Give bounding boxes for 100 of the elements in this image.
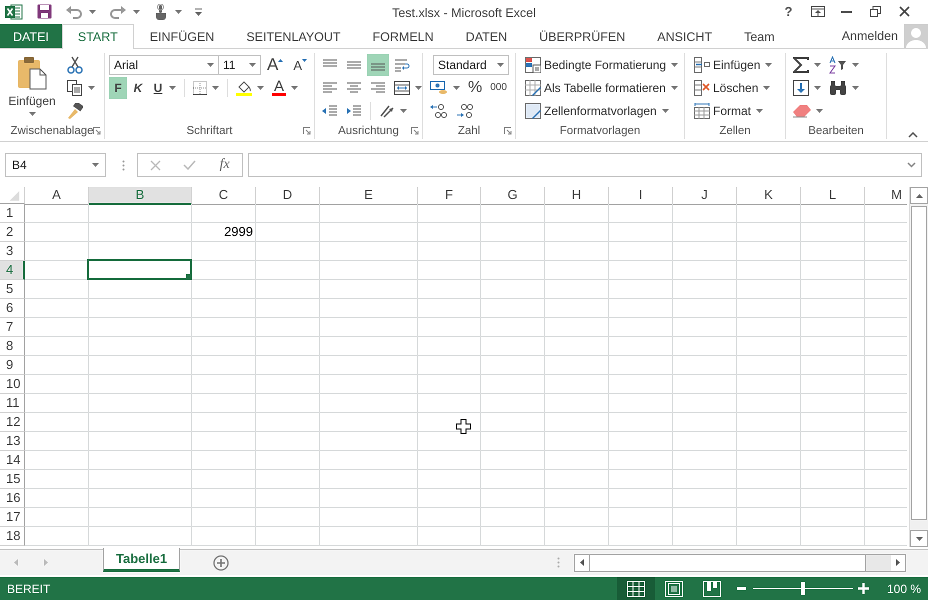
font-size-field[interactable]: 11 (218, 54, 261, 75)
zoom-level[interactable]: 100 % (874, 582, 928, 596)
thousands-separator-button[interactable]: 000 (487, 76, 510, 99)
row-header[interactable]: 13 (0, 432, 25, 452)
row-header[interactable]: 12 (0, 413, 25, 432)
caret-icon (852, 62, 859, 67)
collapse-ribbon-button[interactable] (908, 132, 918, 138)
grid-cell (545, 470, 609, 490)
borders-icon (193, 80, 207, 95)
font-name-field[interactable]: Arial (109, 54, 219, 75)
zoom-slider-thumb[interactable] (800, 582, 805, 595)
touch-mode-button[interactable] (154, 4, 182, 20)
row-header[interactable]: 16 (0, 489, 25, 508)
name-box[interactable]: B4 (5, 153, 106, 178)
font-color-button[interactable]: A (269, 76, 302, 99)
decrease-font-size-button[interactable]: A (289, 54, 312, 76)
formula-input[interactable] (248, 153, 922, 178)
scroll-left-button[interactable] (575, 554, 589, 571)
caret-icon (497, 62, 504, 67)
ribbon-tab[interactable]: ANSICHT (641, 24, 728, 48)
scrollbar-thumb[interactable] (589, 554, 866, 571)
grid-cell (25, 527, 89, 546)
underline-button[interactable]: U (149, 76, 179, 99)
paste-button[interactable]: Einfügen (4, 52, 60, 124)
column-header[interactable]: H (545, 187, 609, 206)
grid-cell (192, 470, 256, 490)
grid-cell (737, 280, 801, 300)
row-header[interactable]: 5 (0, 280, 25, 300)
ribbon-tab[interactable]: EINFÜGEN (134, 24, 230, 48)
grid-cell (481, 337, 545, 356)
row-header[interactable]: 9 (0, 356, 25, 376)
row-header[interactable]: 7 (0, 318, 25, 338)
row-header[interactable]: 17 (0, 508, 25, 528)
undo-button[interactable] (66, 4, 96, 19)
ribbon-display-icon (810, 6, 824, 18)
row-header[interactable]: 10 (0, 375, 25, 394)
row-header[interactable]: 1 (0, 204, 25, 224)
dialog-launcher-button[interactable] (303, 127, 311, 136)
column-header[interactable]: L (801, 187, 865, 206)
scroll-up-button[interactable] (910, 187, 928, 204)
column-header[interactable]: B (89, 187, 192, 206)
percent-button[interactable]: % (465, 76, 486, 99)
grid-cell (192, 242, 256, 262)
table-brush-icon (525, 80, 541, 96)
column-header[interactable]: C (192, 187, 256, 206)
new-sheet-button[interactable] (213, 554, 230, 571)
grid-cell (737, 337, 801, 356)
column-header[interactable]: K (737, 187, 801, 206)
row-header[interactable]: 4 (0, 261, 25, 280)
ribbon-tab[interactable]: START (62, 24, 134, 49)
group-label: Formatvorlagen (560, 125, 640, 138)
sort-filter-button[interactable] (826, 54, 862, 76)
row-header[interactable]: 6 (0, 299, 25, 318)
row-header[interactable]: 14 (0, 451, 25, 470)
ribbon-tab[interactable]: DATEN (450, 24, 524, 48)
redo-button[interactable] (110, 4, 140, 19)
help-button[interactable]: ? (774, 0, 803, 23)
scroll-down-button[interactable] (910, 530, 928, 548)
dialog-launcher-button[interactable] (504, 127, 512, 136)
format-as-table-button[interactable]: Als Tabelle formatieren (522, 76, 681, 99)
normal-view-button[interactable] (616, 577, 655, 600)
customize-menu-icon (194, 8, 203, 16)
ribbon-tab[interactable]: FORMELN (356, 24, 450, 48)
grid-cell (545, 356, 609, 376)
insert-cells-button[interactable]: Einfügen (691, 54, 776, 76)
dialog-launcher-button[interactable] (411, 127, 419, 136)
row-header[interactable]: 11 (0, 394, 25, 414)
caret-icon (814, 86, 821, 90)
column-header[interactable]: D (256, 187, 320, 206)
row-header[interactable]: 18 (0, 527, 25, 546)
align-bottom-button[interactable] (367, 54, 389, 76)
column-header[interactable]: F (418, 187, 481, 206)
column-header[interactable]: I (609, 187, 673, 206)
sheet-tab[interactable]: Tabelle1 (103, 548, 180, 572)
grid-cell (801, 261, 865, 280)
conditional-formatting-button[interactable]: Bedingte Formatierung (522, 54, 682, 76)
delete-cells-button[interactable]: Löschen (691, 76, 774, 99)
insert-function-button[interactable]: fx (210, 155, 239, 176)
column-header[interactable]: E (320, 187, 418, 206)
sign-in-link[interactable]: Anmelden (836, 24, 904, 48)
row-header[interactable]: 2 (0, 223, 25, 242)
ribbon-tab[interactable]: ÜBERPRÜFEN (523, 24, 642, 48)
dialog-launcher-button[interactable] (93, 127, 101, 136)
format-cells-button[interactable]: Format (691, 100, 766, 122)
ribbon-tab[interactable]: SEITENLAYOUT (230, 24, 357, 48)
italic-button[interactable]: K (129, 76, 147, 99)
file-tab[interactable]: DATEI (0, 24, 62, 48)
ribbon-tab[interactable]: Team (728, 24, 791, 48)
row-header[interactable]: 8 (0, 337, 25, 356)
column-header[interactable]: G (481, 187, 545, 206)
bold-button[interactable]: F (109, 76, 127, 99)
row-header[interactable]: 15 (0, 470, 25, 490)
down-triangle-icon (916, 536, 922, 541)
scrollbar-thumb[interactable] (911, 206, 927, 520)
number-format-field[interactable]: Standard (433, 54, 509, 75)
cell-styles-button[interactable]: Zellenformatvorlagen (522, 100, 672, 122)
increase-font-size-button[interactable]: A (263, 54, 288, 76)
scroll-right-button[interactable] (891, 554, 905, 571)
grid-cell (545, 204, 609, 224)
column-header[interactable]: J (673, 187, 737, 206)
